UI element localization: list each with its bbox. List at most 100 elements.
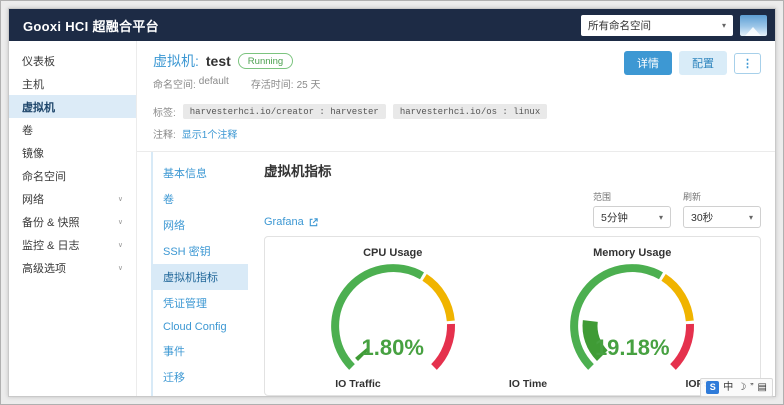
tags-row: 标签: harvesterhci.io/creator : harvester …: [137, 104, 775, 119]
vm-namespace-label: 命名空间:: [153, 76, 196, 91]
external-link-icon: [308, 217, 319, 228]
top-header: Gooxi HCI 超融合平台 所有命名空间 ▾: [9, 9, 775, 41]
io-traffic-title: IO Traffic: [273, 378, 443, 390]
namespace-select[interactable]: 所有命名空间 ▾: [581, 15, 733, 36]
sidebar-item-label: 网络: [22, 191, 44, 207]
vm-title-block: 虚拟机: test Running 命名空间: default 存活时间:: [153, 51, 321, 91]
refresh-select[interactable]: 30秒 ▾: [683, 206, 761, 228]
ime-keyboard-icon[interactable]: ▤: [758, 381, 767, 394]
chevron-down-icon: ∨: [118, 241, 123, 249]
vm-title-line: 虚拟机: test Running: [153, 51, 321, 71]
namespace-select-value: 所有命名空间: [588, 18, 651, 33]
sidebar-item-label: 监控 & 日志: [22, 237, 79, 253]
chevron-down-icon: ∨: [118, 264, 123, 272]
vm-age: 存活时间: 25 天: [251, 76, 321, 91]
ime-logo-icon[interactable]: S: [706, 381, 719, 394]
memory-gauge-value: 19.18%: [513, 335, 753, 361]
vm-metrics-panel: 虚拟机指标 Grafana 范围: [248, 152, 775, 396]
range-select-value: 5分钟: [601, 210, 628, 225]
status-badge: Running: [238, 53, 293, 69]
memory-gauge: Memory Usage 19.18%: [513, 247, 753, 374]
io-time-chart: 2 ms1.50 ms1 ms: [443, 392, 613, 396]
io-traffic-panel: IO Traffic 5 kB/s4 kB/s3 kB/s: [273, 378, 443, 395]
range-label: 范围: [593, 190, 671, 203]
io-time-panel: IO Time 2 ms1.50 ms1 ms: [443, 378, 613, 395]
mini-charts-row: IO Traffic 5 kB/s4 kB/s3 kB/s IO Time 2 …: [273, 378, 752, 395]
chevron-down-icon: ∨: [118, 218, 123, 226]
range-group: 范围 5分钟 ▾: [593, 190, 671, 228]
sidebar-item-images[interactable]: 镜像: [9, 141, 136, 164]
avatar[interactable]: [740, 15, 767, 36]
sidebar-item-advanced[interactable]: 高级选项 ∨: [9, 256, 136, 279]
config-button[interactable]: 配置: [679, 51, 727, 75]
app-title: Gooxi HCI 超融合平台: [23, 16, 159, 35]
sidebar: 仪表板 主机 虚拟机 卷 镜像 命名空间 网络 ∨ 备份 & 快照 ∨ 监控 & 日…: [9, 41, 137, 396]
tab-events[interactable]: 事件: [153, 338, 248, 364]
metrics-controls: Grafana 范围 5分钟: [264, 190, 761, 228]
tab-migration[interactable]: 迁移: [153, 364, 248, 390]
tags-label: 标签:: [153, 104, 176, 119]
sidebar-item-virtual-machines[interactable]: 虚拟机: [9, 95, 136, 118]
refresh-group: 刷新 30秒 ▾: [683, 190, 761, 228]
more-actions-button[interactable]: ⋮: [734, 53, 761, 74]
grafana-link[interactable]: Grafana: [264, 216, 319, 228]
vm-age-value: 25 天: [297, 76, 321, 91]
sidebar-item-hosts[interactable]: 主机: [9, 72, 136, 95]
detail-content: 基本信息 卷 网络 SSH 密钥 虚拟机指标 凭证管理 Cloud Config…: [137, 152, 775, 396]
chevron-down-icon: ∨: [118, 195, 123, 203]
grafana-link-label: Grafana: [264, 216, 304, 228]
io-traffic-chart: 5 kB/s4 kB/s3 kB/s: [273, 392, 443, 396]
sidebar-item-monitoring-logs[interactable]: 监控 & 日志 ∨: [9, 233, 136, 256]
tab-vm-metrics[interactable]: 虚拟机指标: [153, 264, 248, 290]
metrics-title: 虚拟机指标: [264, 160, 761, 180]
refresh-label: 刷新: [683, 190, 761, 203]
ime-toolbar: S 中 ☽ ” ▤: [700, 378, 773, 397]
sidebar-item-volumes[interactable]: 卷: [9, 118, 136, 141]
app-window: Gooxi HCI 超融合平台 所有命名空间 ▾ 仪表板 主机 虚拟机 卷 镜像…: [8, 8, 776, 397]
sidebar-item-namespaces[interactable]: 命名空间: [9, 164, 136, 187]
memory-gauge-title: Memory Usage: [513, 247, 753, 259]
sidebar-item-backup-snapshot[interactable]: 备份 & 快照 ∨: [9, 210, 136, 233]
tab-volumes[interactable]: 卷: [153, 186, 248, 212]
sidebar-item-label: 高级选项: [22, 260, 66, 276]
tag-chip: harvesterhci.io/creator : harvester: [183, 104, 386, 119]
chevron-down-icon: ▾: [659, 213, 663, 222]
sidebar-item-label: 备份 & 快照: [22, 214, 79, 230]
gauges-row: CPU Usage 1.80% Memory Usage 19.18%: [273, 247, 752, 374]
tab-networks[interactable]: 网络: [153, 212, 248, 238]
desktop: Gooxi HCI 超融合平台 所有命名空间 ▾ 仪表板 主机 虚拟机 卷 镜像…: [0, 0, 784, 405]
sidebar-item-label: 仪表板: [22, 53, 55, 69]
annotations-row: 注释: 显示1个注释: [137, 126, 775, 141]
cpu-gauge-value: 1.80%: [273, 335, 513, 361]
refresh-select-value: 30秒: [691, 210, 713, 225]
chevron-down-icon: ▾: [749, 213, 753, 222]
sidebar-item-label: 虚拟机: [22, 99, 55, 115]
cpu-gauge-title: CPU Usage: [273, 247, 513, 259]
vm-detail-tabs: 基本信息 卷 网络 SSH 密钥 虚拟机指标 凭证管理 Cloud Config…: [151, 152, 248, 396]
metrics-select-groups: 范围 5分钟 ▾ 刷新 30秒: [593, 190, 761, 228]
tab-basic-info[interactable]: 基本信息: [153, 160, 248, 186]
vm-namespace-value: default: [199, 76, 229, 91]
vm-namespace: 命名空间: default: [153, 76, 229, 91]
tab-credentials[interactable]: 凭证管理: [153, 290, 248, 316]
sidebar-item-label: 命名空间: [22, 168, 66, 184]
charts-container: CPU Usage 1.80% Memory Usage 19.18%: [264, 236, 761, 396]
sidebar-item-label: 镜像: [22, 145, 44, 161]
io-time-title: IO Time: [443, 378, 613, 390]
ime-moon-icon[interactable]: ☽: [737, 381, 746, 394]
header-actions: 详情 配置 ⋮: [624, 51, 761, 75]
sidebar-item-networks[interactable]: 网络 ∨: [9, 187, 136, 210]
ime-language-indicator[interactable]: 中: [723, 381, 733, 394]
show-annotations-link[interactable]: 显示1个注释: [182, 126, 238, 141]
details-button[interactable]: 详情: [624, 51, 672, 75]
sidebar-item-dashboard[interactable]: 仪表板: [9, 49, 136, 72]
app-body: 仪表板 主机 虚拟机 卷 镜像 命名空间 网络 ∨ 备份 & 快照 ∨ 监控 & 日…: [9, 41, 775, 396]
tab-cloud-config[interactable]: Cloud Config: [153, 316, 248, 338]
main-content: 虚拟机: test Running 命名空间: default 存活时间:: [137, 41, 775, 396]
ime-punctuation-icon[interactable]: ”: [750, 381, 753, 394]
range-select[interactable]: 5分钟 ▾: [593, 206, 671, 228]
tab-ssh-keys[interactable]: SSH 密钥: [153, 238, 248, 264]
vm-meta-line: 命名空间: default 存活时间: 25 天: [153, 76, 321, 91]
vm-type-link[interactable]: 虚拟机:: [153, 51, 199, 71]
tag-chip: harvesterhci.io/os : linux: [393, 104, 547, 119]
